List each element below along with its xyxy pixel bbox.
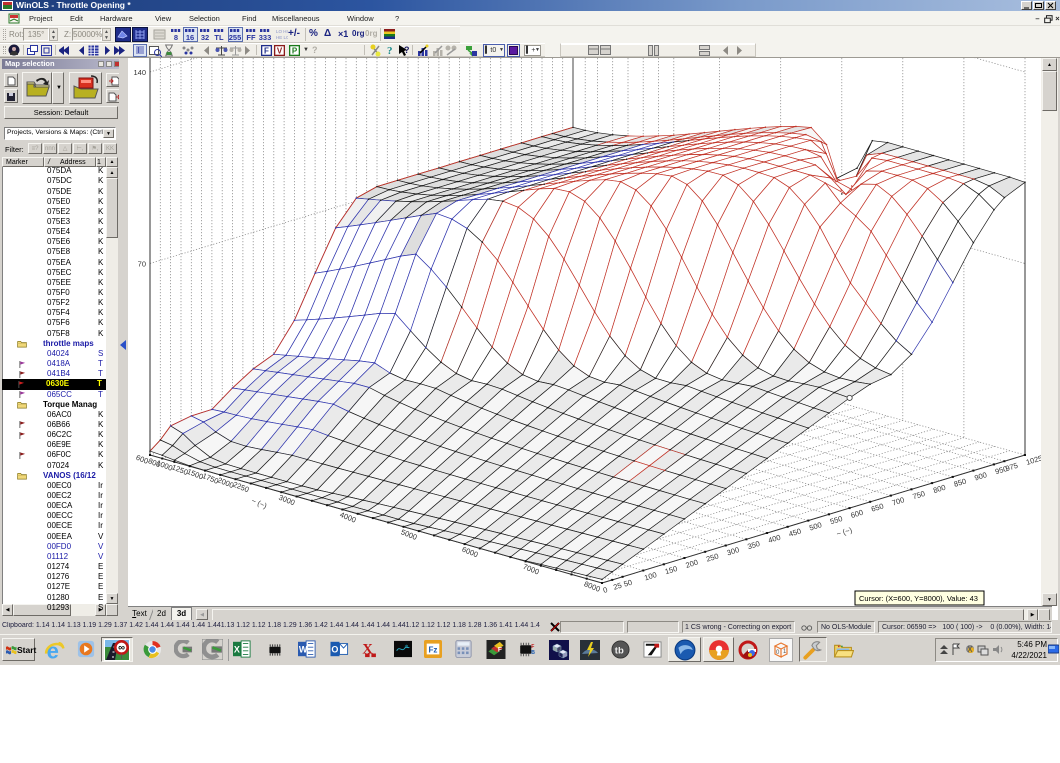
svg-text:450: 450 — [788, 526, 803, 538]
svg-text:350: 350 — [746, 539, 761, 551]
svg-text:8: 8 — [174, 33, 178, 42]
svg-text:32: 32 — [201, 33, 209, 42]
svg-text:W: W — [299, 645, 308, 655]
svg-text:∞: ∞ — [118, 643, 125, 654]
svg-text:8000: 8000 — [583, 579, 602, 594]
svg-text:850: 850 — [953, 477, 968, 489]
svg-text:P: P — [292, 47, 298, 56]
svg-text:B: B — [531, 650, 535, 656]
svg-text:F: F — [531, 644, 534, 650]
svg-text:Cursor: (X=600, Y=8000), Value: Cursor: (X=600, Y=8000), Value: 43 — [859, 594, 978, 603]
svg-text:TL: TL — [214, 33, 224, 42]
svg-text:tb: tb — [615, 645, 624, 656]
svg-text:F: F — [264, 47, 269, 56]
svg-text:550: 550 — [829, 514, 844, 526]
svg-text:FF: FF — [246, 33, 256, 42]
svg-text:16: 16 — [186, 33, 194, 42]
svg-text:140: 140 — [133, 68, 146, 77]
svg-text:333: 333 — [259, 33, 272, 42]
svg-text:150: 150 — [664, 564, 679, 576]
svg-text:70: 70 — [138, 260, 146, 269]
svg-text:7000: 7000 — [522, 562, 541, 577]
svg-text:V: V — [277, 47, 283, 56]
svg-text:500: 500 — [808, 520, 823, 532]
svg-text:0: 0 — [776, 650, 780, 656]
svg-text:F: F — [498, 646, 502, 653]
svg-text:800: 800 — [932, 483, 947, 495]
svg-text:~ (~): ~ (~) — [250, 496, 269, 510]
svg-text:400: 400 — [767, 533, 782, 545]
svg-text:975: 975 — [1004, 461, 1019, 473]
svg-text:50: 50 — [623, 578, 634, 589]
svg-text:600: 600 — [850, 508, 865, 520]
svg-text:?: ? — [387, 45, 393, 57]
svg-text:100: 100 — [643, 570, 658, 582]
svg-text:?: ? — [404, 45, 410, 55]
svg-text:O: O — [331, 645, 338, 655]
svg-text:200: 200 — [684, 558, 699, 570]
svg-text:900: 900 — [973, 470, 988, 482]
svg-text:LO HI: LO HI — [276, 29, 288, 34]
svg-text:255: 255 — [229, 33, 242, 42]
svg-text:0: 0 — [602, 585, 609, 595]
svg-text:X: X — [234, 645, 240, 655]
svg-text:HE LO: HE LO — [276, 35, 288, 40]
svg-text:25: 25 — [612, 581, 623, 592]
svg-text:250: 250 — [705, 551, 720, 563]
svg-text:700: 700 — [891, 495, 906, 507]
svg-text:~ (~): ~ (~) — [835, 525, 853, 538]
svg-text:300: 300 — [726, 545, 741, 557]
svg-text:650: 650 — [870, 501, 885, 513]
svg-text:750: 750 — [911, 489, 926, 501]
svg-text:Fz: Fz — [429, 646, 438, 655]
